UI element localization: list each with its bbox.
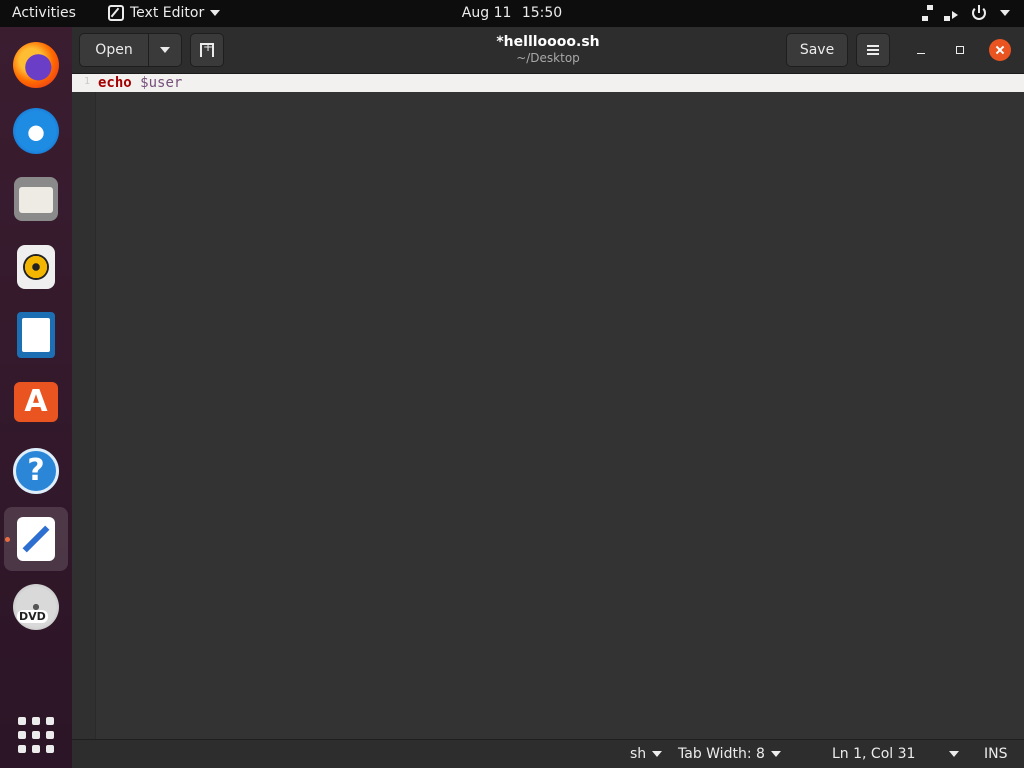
dock-item-software[interactable]: A — [4, 370, 68, 434]
code-variable: $user — [140, 75, 183, 91]
dock-item-help[interactable]: ? — [4, 439, 68, 503]
cursor-position-selector[interactable]: Ln 1, Col 31 — [832, 746, 960, 762]
hamburger-icon — [867, 45, 879, 55]
writer-icon — [17, 312, 55, 358]
dock-item-thunderbird[interactable] — [4, 99, 68, 163]
volume-icon[interactable] — [952, 10, 958, 19]
code-keyword: echo — [98, 75, 132, 91]
code-line[interactable]: echo $user — [98, 75, 182, 91]
cursor-position-label: Ln 1, Col 31 — [832, 746, 916, 762]
insert-mode-indicator: INS — [984, 746, 1008, 762]
dock: A ? DVD — [0, 27, 72, 768]
menu-button[interactable] — [856, 33, 890, 67]
clock[interactable]: Aug 11 15:50 — [0, 5, 1024, 21]
dock-item-rhythmbox[interactable] — [4, 235, 68, 299]
dvd-label: DVD — [17, 610, 48, 623]
rhythmbox-icon — [17, 245, 55, 289]
current-line-highlight: 1 echo $user — [72, 74, 1024, 92]
clock-date: Aug 11 — [461, 5, 512, 21]
line-number: 1 — [84, 76, 91, 87]
tab-width-label: Tab Width: 8 — [678, 746, 765, 762]
power-icon[interactable] — [972, 5, 986, 20]
text-view[interactable]: 1 echo $user — [72, 74, 1024, 739]
help-icon: ? — [13, 448, 59, 494]
files-icon — [14, 177, 58, 221]
save-button[interactable]: Save — [786, 33, 848, 67]
system-tray[interactable] — [922, 5, 1010, 21]
maximize-button[interactable] — [949, 39, 971, 61]
firefox-icon — [13, 42, 59, 88]
line-number-gutter — [72, 74, 96, 739]
tab-width-selector[interactable]: Tab Width: 8 — [678, 746, 781, 762]
text-editor-icon — [17, 517, 55, 561]
dock-item-writer[interactable] — [4, 303, 68, 367]
close-button[interactable] — [989, 39, 1011, 61]
dock-item-text-editor[interactable] — [4, 507, 68, 571]
header-bar: Open *hellloooo.sh ~/Desktop Save — [72, 27, 1024, 74]
status-bar: sh Tab Width: 8 Ln 1, Col 31 INS — [72, 739, 1024, 768]
clock-time: 15:50 — [521, 5, 563, 21]
language-label: sh — [630, 746, 647, 762]
insert-mode-label: INS — [984, 746, 1008, 762]
top-bar: Activities Text Editor Aug 11 15:50 — [0, 0, 1024, 27]
network-icon[interactable] — [922, 5, 950, 21]
chevron-down-icon — [770, 751, 781, 757]
minimize-button[interactable] — [910, 39, 932, 61]
dock-item-files[interactable] — [4, 167, 68, 231]
chevron-down-icon — [949, 751, 960, 757]
software-store-icon: A — [14, 382, 58, 422]
language-selector[interactable]: sh — [630, 746, 663, 762]
dock-item-dvd[interactable]: DVD — [4, 575, 68, 639]
show-applications-icon[interactable] — [18, 717, 54, 753]
dock-item-firefox[interactable] — [4, 33, 68, 97]
dvd-icon: DVD — [13, 584, 59, 630]
thunderbird-icon — [13, 108, 59, 154]
chevron-down-icon — [652, 751, 663, 757]
chevron-down-icon[interactable] — [1000, 10, 1010, 16]
text-editor-window: Open *hellloooo.sh ~/Desktop Save 1 echo… — [72, 27, 1024, 768]
